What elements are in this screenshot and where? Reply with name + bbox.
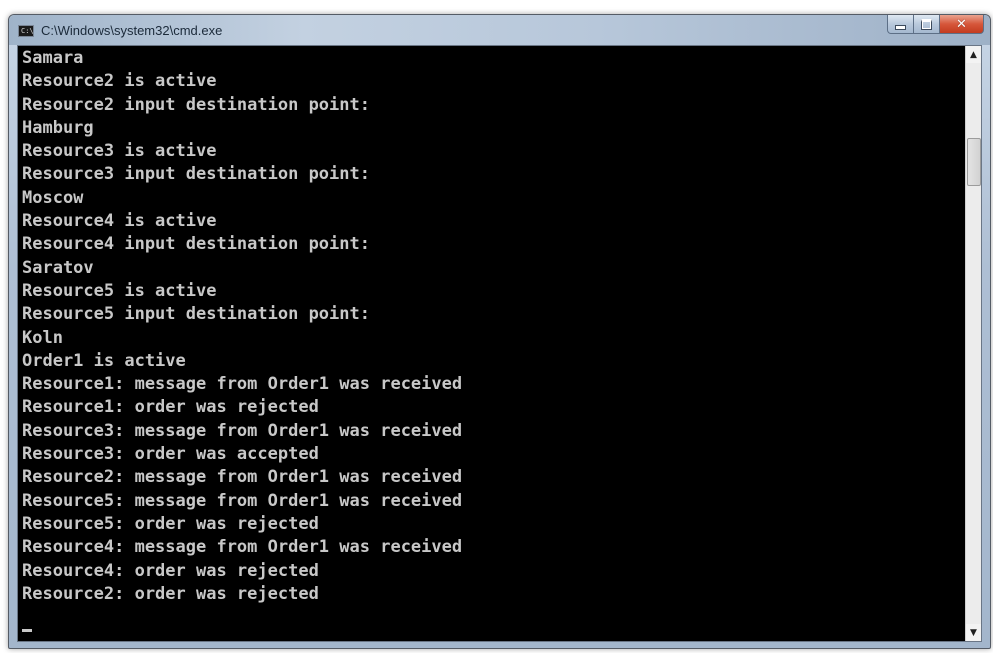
scroll-thumb[interactable] [967, 138, 981, 186]
console-line: Resource1: message from Order1 was recei… [22, 374, 463, 395]
console-line: Resource4: message from Order1 was recei… [22, 537, 463, 558]
console-line: Resource5 input destination point: [22, 304, 370, 325]
window-title: C:\Windows\system32\cmd.exe [41, 23, 223, 38]
maximize-icon [921, 18, 932, 30]
console-line: Moscow [22, 187, 84, 208]
console-line: Resource4 input destination point: [22, 234, 370, 255]
title-bar[interactable]: C:\ C:\Windows\system32\cmd.exe ✕ [9, 15, 990, 45]
console-line: Resource4: order was rejected [22, 560, 319, 581]
scroll-down-button[interactable]: ▼ [966, 624, 981, 641]
console-line: Resource2 is active [22, 71, 217, 92]
console-line: Samara [22, 48, 84, 68]
cmd-window: C:\ C:\Windows\system32\cmd.exe ✕ Samara… [8, 14, 991, 649]
console-icon[interactable]: C:\ [18, 25, 34, 37]
scroll-up-button[interactable]: ▲ [966, 46, 981, 63]
arrow-up-icon: ▲ [970, 49, 977, 60]
console-line: Resource5: order was rejected [22, 513, 319, 534]
vertical-scrollbar[interactable]: ▲ ▼ [965, 46, 981, 641]
minimize-icon [895, 24, 906, 30]
close-button[interactable]: ✕ [940, 15, 984, 34]
console-line: Resource3: order was accepted [22, 444, 319, 465]
text-cursor [22, 629, 32, 632]
console-line: Hamburg [22, 117, 94, 138]
console-icon-glyph: C:\ [21, 27, 34, 35]
maximize-button[interactable] [914, 15, 940, 34]
console-line: Saratov [22, 257, 94, 278]
console-line: Resource5 is active [22, 280, 217, 301]
minimize-button[interactable] [887, 15, 914, 34]
caption-buttons: ✕ [887, 15, 984, 35]
console-line: Resource2: message from Order1 was recei… [22, 467, 463, 488]
console-line: Resource2: order was rejected [22, 583, 319, 604]
console-line: Order1 is active [22, 350, 186, 371]
console-output[interactable]: Samara Resource2 is active Resource2 input… [22, 47, 967, 641]
console-line: Resource4 is active [22, 211, 217, 232]
console-line: Resource3 input destination point: [22, 164, 370, 185]
close-icon: ✕ [956, 16, 967, 32]
console-area[interactable]: Samara Resource2 is active Resource2 input… [17, 45, 982, 642]
console-line: Resource5: message from Order1 was recei… [22, 490, 463, 511]
console-line: Resource2 input destination point: [22, 94, 370, 115]
arrow-down-icon: ▼ [970, 627, 977, 638]
console-line: Resource1: order was rejected [22, 397, 319, 418]
console-line: Resource3 is active [22, 141, 217, 162]
console-line: Koln [22, 327, 63, 348]
console-line: Resource3: message from Order1 was recei… [22, 420, 463, 441]
